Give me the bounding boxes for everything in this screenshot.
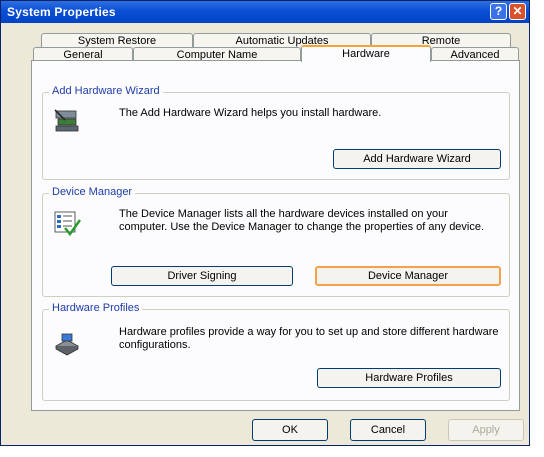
add-hardware-wizard-button[interactable]: Add Hardware Wizard bbox=[333, 149, 501, 169]
hardware-wizard-icon bbox=[54, 109, 79, 132]
tab-general[interactable]: General bbox=[33, 47, 133, 61]
driver-signing-button[interactable]: Driver Signing bbox=[111, 266, 293, 286]
device-manager-button[interactable]: Device Manager bbox=[315, 266, 501, 286]
hardware-profiles-description: Hardware profiles provide a way for you … bbox=[119, 326, 499, 351]
system-properties-window: System Properties ? ✕ System Restore Aut… bbox=[0, 0, 530, 446]
tab-hardware[interactable]: Hardware bbox=[301, 45, 431, 62]
tab-advanced[interactable]: Advanced bbox=[431, 47, 519, 61]
close-button[interactable]: ✕ bbox=[509, 3, 526, 20]
hardware-profiles-button[interactable]: Hardware Profiles bbox=[317, 368, 501, 388]
apply-button[interactable]: Apply bbox=[448, 419, 524, 441]
hardware-profiles-title: Hardware Profiles bbox=[49, 302, 143, 314]
add-hardware-wizard-description: The Add Hardware Wizard helps you instal… bbox=[119, 107, 382, 119]
add-hardware-wizard-group: Add Hardware Wizard The Add Hardware Wiz… bbox=[42, 85, 510, 180]
tab-computer-name[interactable]: Computer Name bbox=[133, 47, 301, 61]
device-manager-description: The Device Manager lists all the hardwar… bbox=[119, 208, 485, 233]
cancel-button[interactable]: Cancel bbox=[350, 419, 426, 441]
add-hardware-wizard-title: Add Hardware Wizard bbox=[49, 85, 163, 97]
hardware-profiles-icon bbox=[55, 333, 79, 356]
ok-button[interactable]: OK bbox=[252, 419, 328, 441]
tab-system-restore[interactable]: System Restore bbox=[41, 33, 193, 47]
title-bar[interactable]: System Properties ? ✕ bbox=[1, 1, 529, 23]
window-title: System Properties bbox=[7, 5, 116, 19]
help-button[interactable]: ? bbox=[490, 3, 507, 20]
device-manager-icon bbox=[54, 211, 81, 236]
device-manager-title: Device Manager bbox=[49, 186, 136, 198]
hardware-profiles-group: Hardware Profiles Hardware profiles prov… bbox=[42, 302, 510, 401]
device-manager-group: Device Manager The Device Manager lists … bbox=[42, 186, 510, 297]
hardware-tab-panel: Add Hardware Wizard The Add Hardware Wiz… bbox=[31, 60, 520, 411]
